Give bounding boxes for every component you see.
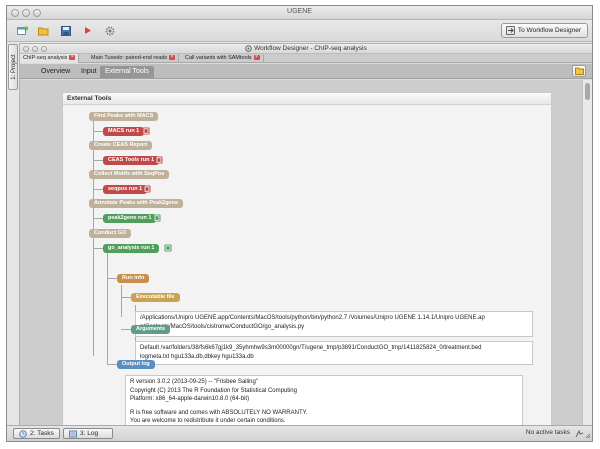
log-label: 3: Log [80,430,99,437]
executable-path-box: /Applications/Unipro UGENE.app/Contents/… [135,311,533,337]
log-line: Platform: x86_64-apple-darwin10.8.0 (64-… [130,396,250,402]
external-tools-panel: External Tools Find Peaks with MACS MACS… [62,92,552,425]
run-seqpos-1[interactable]: seqpos run 1 [103,185,148,194]
workflow-designer-title-text: Workflow Designer - ChIP-seq analysis [254,45,367,53]
app-window: UGENE To Workflow Designer 1: Project Wo… [6,5,593,442]
open-in-designer-button[interactable] [572,65,586,77]
log-icon [69,430,77,437]
tree-connector [121,285,122,317]
copy-icon[interactable] [143,185,151,193]
close-icon[interactable]: × [253,55,260,61]
tree-connector [121,297,131,298]
open-button[interactable] [37,24,50,37]
executable-line: p/Contents/MacOS/tools/cistrome/ConductG… [140,323,305,330]
document-tabs: ChIP-seq analysis × Main Tuxedo: paired-e… [20,54,592,63]
gear-icon [105,26,114,35]
task-create-ceas-report[interactable]: Create CEAS Report [89,141,153,150]
doc-tab-label: Main Tuxedo: paired-end reads [91,55,168,61]
run-macs-1[interactable]: MACS run 1 [103,127,145,136]
close-icon[interactable]: × [69,55,76,61]
run-go-analysis-1[interactable]: go_analysis run 1 [103,244,160,253]
settings-button[interactable] [103,24,116,37]
resize-grip-icon[interactable] [585,433,591,439]
tab-input[interactable]: Input [76,66,102,78]
task-annotate-peaks-peak2gene[interactable]: Annotate Peaks with Peak2gene [89,199,184,208]
tree-connector [107,253,108,364]
tree-connector [93,131,103,132]
status-text: No active tasks [525,429,570,436]
log-line: You are welcome to redistribute it under… [130,418,286,424]
doc-tab-main-tuxedo[interactable]: Main Tuxedo: paired-end reads × [88,54,180,63]
main-toolbar: To Workflow Designer [7,20,592,42]
tab-external-tools[interactable]: External Tools [100,66,154,78]
vertical-scrollbar[interactable] [582,80,592,425]
copy-icon[interactable] [142,127,150,135]
log-line: Copyright (C) 2013 The R Foundation for … [130,387,297,394]
copy-icon[interactable] [164,244,172,252]
app-title: UGENE [287,8,312,15]
tab-overview[interactable]: Overview [36,66,75,78]
log-line: R is free software and comes with ABSOLU… [130,409,308,416]
run-ceas-tools-1[interactable]: CEAS Tools run 1 [103,156,160,165]
workflow-designer-icon [505,26,515,35]
arguments-box: Default /var/folders/38/fs6k67gj1k9_35yh… [135,341,533,365]
executable-file-node[interactable]: Executable file [131,293,180,302]
task-collect-motifs-seqpos[interactable]: Collect Motifs with SeqPos [89,170,170,179]
tree-connector [93,189,103,190]
project-side-tab[interactable]: 1: Project [8,44,18,90]
doc-tab-chip-seq[interactable]: ChIP-seq analysis × [20,54,80,63]
save-icon [60,25,71,36]
app-titlebar: UGENE [7,6,592,20]
play-icon [85,27,91,34]
log-button[interactable]: 3: Log [63,428,114,439]
run-peak2gene-1[interactable]: peak2gene run 1 [103,214,157,223]
task-conduct-go[interactable]: Conduct GO [89,229,132,238]
open-designer-icon [574,67,584,75]
project-tab-label: 1: Project [11,54,17,80]
workflow-designer-window: Workflow Designer - ChIP-seq analysis Ch… [19,43,592,426]
new-project-icon [17,26,28,35]
tree-connector [121,329,131,330]
save-button[interactable] [59,24,72,37]
to-workflow-designer-label: To Workflow Designer [517,27,581,34]
run-info-node[interactable]: Run info [117,274,150,283]
arguments-node[interactable]: Arguments [131,325,171,334]
tree-connector [93,218,103,219]
tasks-button[interactable]: 2: Tasks [13,428,60,439]
task-find-peaks-macs[interactable]: Find Peaks with MACS [89,112,159,121]
copy-icon[interactable] [153,214,161,222]
output-log-node[interactable]: Output log [117,360,155,369]
workflow-icon [245,45,253,52]
view-tabs: Overview Input External Tools [20,64,592,79]
arguments-line: logmeta.txt hgu133a.db,dbkey hgu133a.db [140,353,254,360]
tree-connector [107,364,117,365]
copy-icon[interactable] [155,156,163,164]
tasks-icon [19,429,27,438]
new-project-button[interactable] [16,24,29,37]
content-area: External Tools Find Peaks with MACS MACS… [20,80,582,425]
tree-connector [93,160,103,161]
arguments-line: Default /var/folders/38/fs6k67gj1k9_35yh… [140,345,482,351]
log-line: R version 3.0.2 (2013-09-25) -- "Frisbee… [130,379,258,385]
workflow-designer-title: Workflow Designer - ChIP-seq analysis [20,45,592,52]
task-status-icon[interactable] [575,430,584,438]
status-bar: 2: Tasks 3: Log No active tasks [7,425,592,441]
tree-connector [107,278,117,279]
close-icon[interactable]: × [169,55,176,61]
doc-tab-label: Call variants with SAMtools [185,55,252,61]
executable-line: /Applications/Unipro UGENE.app/Contents/… [140,315,485,321]
folder-icon [38,27,49,35]
panel-title: External Tools [63,93,551,105]
run-button[interactable] [81,24,94,37]
tasks-label: 2: Tasks [30,430,54,437]
tree-connector [93,248,103,249]
doc-tab-call-variants[interactable]: Call variants with SAMtools × [182,54,264,63]
to-workflow-designer-button[interactable]: To Workflow Designer [500,23,588,38]
doc-tab-label: ChIP-seq analysis [23,55,68,61]
output-log-box: R version 3.0.2 (2013-09-25) -- "Frisbee… [125,375,523,425]
scrollbar-thumb[interactable] [585,83,590,100]
workflow-designer-titlebar: Workflow Designer - ChIP-seq analysis [20,44,592,54]
